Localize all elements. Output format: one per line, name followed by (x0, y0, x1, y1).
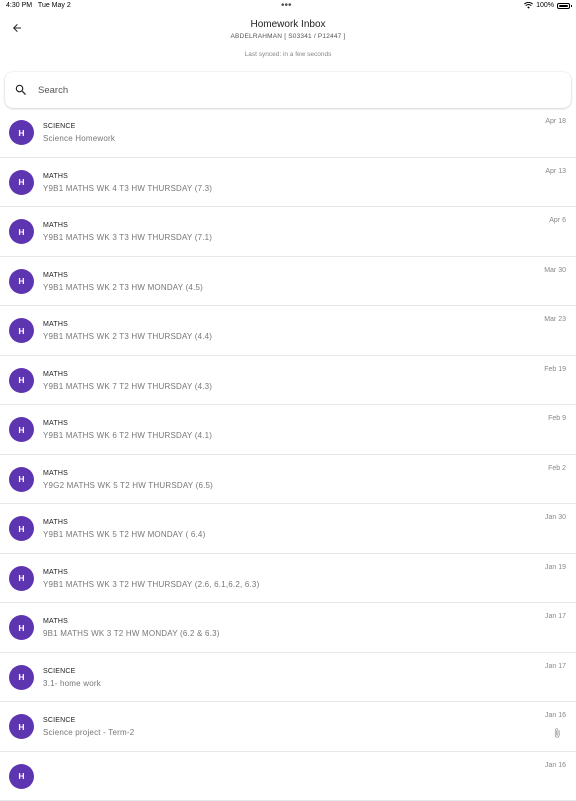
homework-date: Feb 2 (548, 465, 566, 472)
homework-title: Y9G2 MATHS WK 5 T2 HW THURSDAY (6.5) (43, 481, 213, 490)
homework-date: Jan 30 (545, 514, 566, 521)
avatar: H (9, 368, 34, 393)
list-item[interactable]: H MATHS Y9B1 MATHS WK 7 T2 HW THURSDAY (… (0, 356, 576, 406)
list-item[interactable]: H MATHS Y9B1 MATHS WK 3 T3 HW THURSDAY (… (0, 207, 576, 257)
homework-title: Y9B1 MATHS WK 3 T3 HW THURSDAY (7.1) (43, 233, 212, 242)
subject-label: MATHS (43, 420, 68, 427)
homework-date: Mar 30 (544, 267, 566, 274)
list-item[interactable]: H SCIENCE 3.1- home work Jan 17 (0, 653, 576, 703)
homework-title: Y9B1 MATHS WK 2 T3 HW THURSDAY (4.4) (43, 332, 212, 341)
subject-label: MATHS (43, 470, 68, 477)
homework-title: Y9B1 MATHS WK 5 T2 HW MONDAY ( 6.4) (43, 530, 205, 539)
subject-label: MATHS (43, 371, 68, 378)
list-item[interactable]: H Jan 16 (0, 752, 576, 801)
avatar: H (9, 615, 34, 640)
homework-date: Apr 6 (549, 217, 566, 224)
sync-status: Last synced: in a few seconds (0, 51, 576, 58)
header: Homework Inbox ABDELRAHMAN [ S03341 / P1… (0, 12, 576, 68)
multitasking-dots-icon[interactable]: ••• (281, 0, 292, 11)
homework-date: Jan 17 (545, 613, 566, 620)
battery-percent: 100% (536, 2, 554, 9)
list-item[interactable]: H MATHS Y9B1 MATHS WK 3 T2 HW THURSDAY (… (0, 554, 576, 604)
homework-title: Y9B1 MATHS WK 7 T2 HW THURSDAY (4.3) (43, 382, 212, 391)
homework-title: Y9B1 MATHS WK 4 T3 HW THURSDAY (7.3) (43, 184, 212, 193)
battery-icon (557, 3, 570, 9)
status-right: 100% (524, 2, 570, 9)
homework-date: Apr 13 (545, 168, 566, 175)
avatar: H (9, 665, 34, 690)
avatar: H (9, 764, 34, 789)
avatar: H (9, 219, 34, 244)
list-item[interactable]: H MATHS Y9B1 MATHS WK 2 T3 HW THURSDAY (… (0, 306, 576, 356)
avatar: H (9, 170, 34, 195)
page-title: Homework Inbox (0, 19, 576, 30)
list-item[interactable]: H MATHS Y9B1 MATHS WK 5 T2 HW MONDAY ( 6… (0, 504, 576, 554)
subject-label: MATHS (43, 272, 68, 279)
student-id: ABDELRAHMAN [ S03341 / P12447 ] (0, 33, 576, 40)
status-time: 4:30 PM Tue May 2 (6, 2, 71, 9)
avatar: H (9, 566, 34, 591)
subject-label: MATHS (43, 321, 68, 328)
homework-title: Y9B1 MATHS WK 6 T2 HW THURSDAY (4.1) (43, 431, 212, 440)
homework-title: Science project - Term-2 (43, 728, 134, 737)
homework-title: 3.1- home work (43, 679, 101, 688)
homework-date: Apr 18 (545, 118, 566, 125)
avatar: H (9, 516, 34, 541)
homework-date: Feb 9 (548, 415, 566, 422)
list-item[interactable]: H MATHS Y9B1 MATHS WK 6 T2 HW THURSDAY (… (0, 405, 576, 455)
avatar: H (9, 417, 34, 442)
homework-date: Mar 23 (544, 316, 566, 323)
homework-date: Jan 16 (545, 712, 566, 719)
avatar: H (9, 318, 34, 343)
search-bar[interactable] (5, 72, 571, 108)
list-item[interactable]: H MATHS Y9G2 MATHS WK 5 T2 HW THURSDAY (… (0, 455, 576, 505)
homework-date: Jan 19 (545, 564, 566, 571)
list-item[interactable]: H MATHS Y9B1 MATHS WK 4 T3 HW THURSDAY (… (0, 158, 576, 208)
list-item[interactable]: H SCIENCE Science project - Term-2 Jan 1… (0, 702, 576, 752)
homework-title: 9B1 MATHS WK 3 T2 HW MONDAY (6.2 & 6.3) (43, 629, 220, 638)
subject-label: SCIENCE (43, 717, 76, 724)
avatar: H (9, 714, 34, 739)
status-bar: 4:30 PM Tue May 2 ••• 100% (0, 0, 576, 12)
subject-label: MATHS (43, 519, 68, 526)
list-item[interactable]: H MATHS 9B1 MATHS WK 3 T2 HW MONDAY (6.2… (0, 603, 576, 653)
avatar: H (9, 467, 34, 492)
subject-label: MATHS (43, 222, 68, 229)
list-item[interactable]: H SCIENCE Science Homework Apr 18 (0, 108, 576, 158)
subject-label: SCIENCE (43, 123, 76, 130)
subject-label: MATHS (43, 569, 68, 576)
attachment-icon (552, 726, 562, 740)
avatar: H (9, 120, 34, 145)
search-input[interactable] (38, 85, 538, 96)
homework-date: Jan 16 (545, 762, 566, 769)
homework-list: H SCIENCE Science Homework Apr 18 H MATH… (0, 108, 576, 801)
subject-label: MATHS (43, 173, 68, 180)
subject-label: MATHS (43, 618, 68, 625)
avatar: H (9, 269, 34, 294)
homework-title: Y9B1 MATHS WK 3 T2 HW THURSDAY (2.6, 6.1… (43, 580, 259, 589)
list-item[interactable]: H MATHS Y9B1 MATHS WK 2 T3 HW MONDAY (4.… (0, 257, 576, 307)
search-icon (14, 83, 28, 97)
homework-title: Y9B1 MATHS WK 2 T3 HW MONDAY (4.5) (43, 283, 203, 292)
wifi-icon (524, 2, 533, 9)
homework-title: Science Homework (43, 134, 115, 143)
homework-date: Jan 17 (545, 663, 566, 670)
subject-label: SCIENCE (43, 668, 76, 675)
homework-date: Feb 19 (544, 366, 566, 373)
